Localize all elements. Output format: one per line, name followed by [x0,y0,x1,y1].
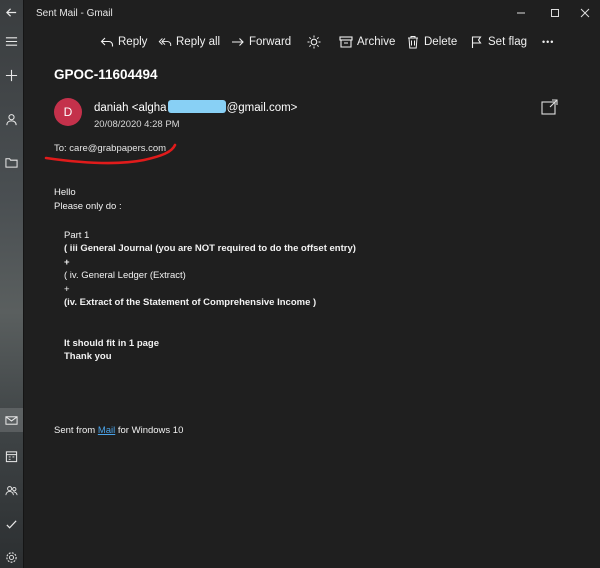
forward-button[interactable]: Forward [231,30,291,54]
red-underline-annotation [44,143,177,165]
body-plus: + [64,283,70,295]
new-mail-plus-icon[interactable] [0,63,23,87]
minimize-icon[interactable] [506,0,536,26]
set-flag-label: Set flag [488,36,527,48]
body-part: Part 1 [64,229,90,241]
set-flag-button[interactable]: Set flag [470,30,527,54]
flag-icon [471,36,482,48]
folder-icon[interactable] [0,150,23,174]
body-note: It should fit in 1 page [64,337,159,349]
more-options-button[interactable]: ••• [542,30,554,54]
mail-envelope-icon[interactable] [0,408,23,432]
back-arrow-icon[interactable] [0,0,23,24]
trash-icon [408,36,418,49]
body-item: (iv. Extract of the Statement of Compreh… [64,297,317,308]
reply-all-arrow-icon [158,38,172,46]
sun-icon [307,35,321,49]
left-rail [0,0,24,568]
sender-email-suffix: @gmail.com> [226,102,298,114]
mail-window: Sent Mail - Gmail Reply Reply all Forwar… [0,0,600,568]
people-icon[interactable] [0,478,23,502]
body-greeting: Hello [54,187,76,198]
maximize-icon[interactable] [540,0,570,26]
forward-label: Forward [249,36,292,48]
forward-arrow-icon [232,38,244,46]
window-title: Sent Mail - Gmail [36,7,113,19]
redaction-mark [167,100,226,113]
body-item: ( iv. General Ledger (Extract) [64,270,186,281]
avatar: D [54,98,82,126]
reply-label: Reply [118,36,148,48]
todo-check-icon[interactable] [0,512,23,536]
more-ellipsis-icon: ••• [542,37,555,47]
body-line: Please only do : [54,200,122,212]
signature-line: Sent from Mail for Windows 10 [54,425,183,436]
archive-label: Archive [357,36,396,48]
sender-name-prefix: daniah <algha [94,102,167,114]
body-note: Thank you [64,351,112,362]
account-person-icon[interactable] [0,107,23,131]
settings-gear-icon[interactable] [0,545,23,568]
signature-prefix: Sent from [54,425,98,436]
delete-label: Delete [424,36,458,48]
archive-button[interactable]: Archive [339,30,395,54]
reply-button[interactable]: Reply [100,30,147,54]
open-in-new-window-icon[interactable] [541,99,559,115]
message-subject: GPOC-11604494 [54,67,158,82]
close-icon[interactable] [570,0,600,26]
delete-button[interactable]: Delete [406,30,457,54]
archive-box-icon [339,36,353,48]
calendar-icon[interactable] [0,444,23,468]
mail-app-link[interactable]: Mail [98,425,115,436]
signature-suffix: for Windows 10 [115,425,184,436]
reply-all-label: Reply all [176,36,221,48]
message-date: 20/08/2020 4:28 PM [94,119,180,130]
body-plus: + [64,256,70,268]
reply-arrow-icon [100,37,114,47]
message-body: Hello Please only do : Part 1 ( iii Gene… [54,186,356,364]
sender-line[interactable]: daniah <algha @gmail.com> [94,100,297,114]
brightness-toggle-button[interactable] [307,30,321,54]
body-item: ( iii General Journal (you are NOT requi… [64,243,356,254]
message-toolbar: Reply Reply all Forward Archive Delete S… [0,30,600,54]
reply-all-button[interactable]: Reply all [158,30,220,54]
